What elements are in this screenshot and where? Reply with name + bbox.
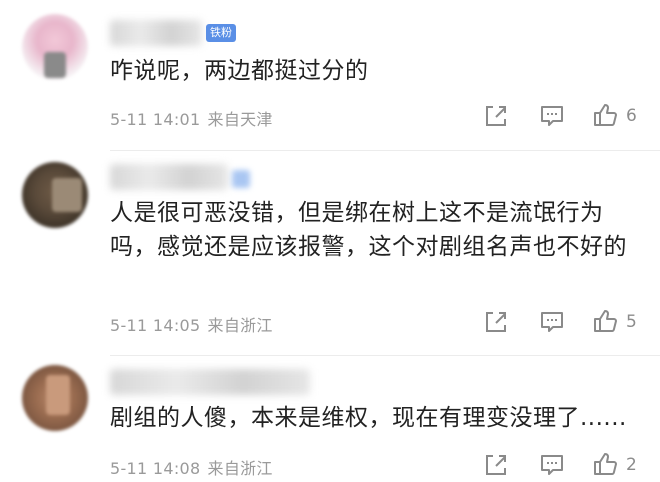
- like-count: 5: [626, 312, 637, 332]
- like-count: 6: [626, 106, 637, 126]
- comment-item: 铁粉 咋说呢，两边都挺过分的 5-11 14:01 来自天津 6: [0, 0, 660, 150]
- comment-location: 来自浙江: [207, 459, 273, 478]
- comment-item: 剧组的人傻，本来是维权，现在有理变没理了...... 5-11 14:08 来自浙…: [0, 355, 660, 480]
- share-icon[interactable]: [483, 103, 509, 129]
- comment-icon[interactable]: [539, 452, 565, 478]
- comment-time: 5-11 14:05: [110, 316, 201, 335]
- comment-meta: 5-11 14:01 来自天津: [110, 106, 273, 130]
- thumbs-up-icon[interactable]: [592, 308, 618, 334]
- comment-text: 剧组的人傻，本来是维权，现在有理变没理了......: [110, 405, 627, 431]
- comment-icon[interactable]: [539, 103, 565, 129]
- avatar[interactable]: [22, 365, 88, 431]
- like-count: 2: [626, 455, 637, 475]
- comment-text: 咋说呢，两边都挺过分的: [110, 58, 369, 84]
- username[interactable]: [110, 164, 228, 190]
- share-icon[interactable]: [483, 309, 509, 335]
- fan-badge: [232, 170, 250, 188]
- comment-time: 5-11 14:08: [110, 459, 201, 478]
- comment-text: 人是很可恶没错，但是绑在树上这不是流氓行为吗，感觉还是应该报警，这个对剧组名声也…: [110, 200, 627, 260]
- username[interactable]: [110, 369, 310, 395]
- comment-item: 人是很可恶没错，但是绑在树上这不是流氓行为吗，感觉还是应该报警，这个对剧组名声也…: [0, 150, 660, 355]
- share-icon[interactable]: [483, 452, 509, 478]
- avatar[interactable]: [22, 14, 88, 80]
- fan-badge: 铁粉: [206, 24, 236, 42]
- comment-location: 来自天津: [207, 110, 273, 129]
- comment-location: 来自浙江: [207, 316, 273, 335]
- comment-time: 5-11 14:01: [110, 110, 201, 129]
- thumbs-up-icon[interactable]: [592, 451, 618, 477]
- comment-meta: 5-11 14:05 来自浙江: [110, 312, 273, 336]
- username[interactable]: [110, 20, 202, 46]
- thumbs-up-icon[interactable]: [592, 102, 618, 128]
- comment-meta: 5-11 14:08 来自浙江: [110, 455, 273, 479]
- avatar[interactable]: [22, 162, 88, 228]
- comment-icon[interactable]: [539, 309, 565, 335]
